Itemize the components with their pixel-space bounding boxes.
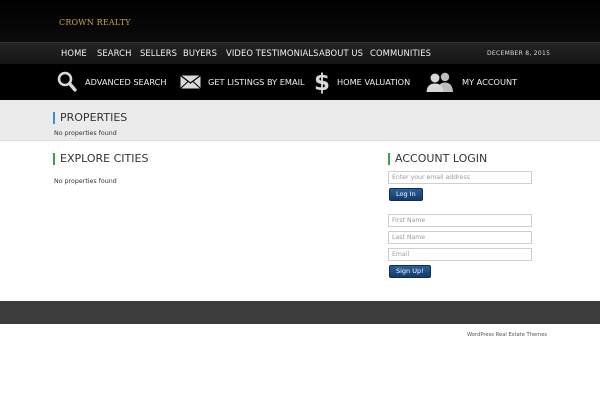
quick-links-bar: ADVANCED SEARCH GET LISTINGS BY EMAIL $ … [0,64,600,100]
signup-button[interactable]: Sign Up! [389,265,431,278]
site-header: CROWN REALTY [0,0,600,42]
current-date: DECEMBER 8, 2015 [487,50,551,57]
logo-text: CROWN REALTY [59,17,131,27]
home-valuation-link[interactable]: $ HOME VALUATION [315,64,410,100]
explore-cities-title: EXPLORE CITIES [53,153,148,165]
main-nav: HOME SEARCH SELLERS BUYERS VIDEO TESTIMO… [0,42,600,64]
properties-title: PROPERTIES [53,112,127,124]
listings-by-email-label: GET LISTINGS BY EMAIL [208,77,305,87]
nav-item-home[interactable]: HOME [61,48,87,58]
search-icon [57,71,77,93]
explore-cities-empty-text: No properties found [54,178,117,185]
properties-section: PROPERTIES No properties found [0,100,600,141]
envelope-icon [180,75,201,89]
my-account-link[interactable]: MY ACCOUNT [426,64,517,100]
login-email-input[interactable] [388,171,532,184]
nav-item-about-us[interactable]: ABOUT US [319,48,363,58]
dollar-icon: $ [315,69,329,95]
footer-themes-link[interactable]: WordPress Real Estate Themes [467,332,547,338]
account-login-title: ACCOUNT LOGIN [388,153,487,165]
my-account-label: MY ACCOUNT [462,77,518,87]
logo[interactable]: CROWN REALTY [57,10,131,34]
home-valuation-label: HOME VALUATION [337,77,411,87]
advanced-search-link[interactable]: ADVANCED SEARCH [57,64,167,100]
login-button[interactable]: Log In [389,188,423,201]
first-name-input[interactable] [388,214,532,227]
listings-by-email-link[interactable]: GET LISTINGS BY EMAIL [180,64,305,100]
last-name-input[interactable] [388,231,532,244]
properties-empty-text: No properties found [54,130,117,137]
users-icon [426,72,454,92]
footer-bar [0,301,600,324]
nav-item-sellers[interactable]: SELLERS [140,48,177,58]
nav-item-video-testimonials[interactable]: VIDEO TESTIMONIALS [226,48,319,58]
nav-item-search[interactable]: SEARCH [97,48,131,58]
nav-item-communities[interactable]: COMMUNITIES [370,48,431,58]
nav-item-buyers[interactable]: BUYERS [183,48,217,58]
svg-text:$: $ [315,70,329,95]
signup-email-input[interactable] [388,248,532,261]
advanced-search-label: ADVANCED SEARCH [85,77,167,87]
